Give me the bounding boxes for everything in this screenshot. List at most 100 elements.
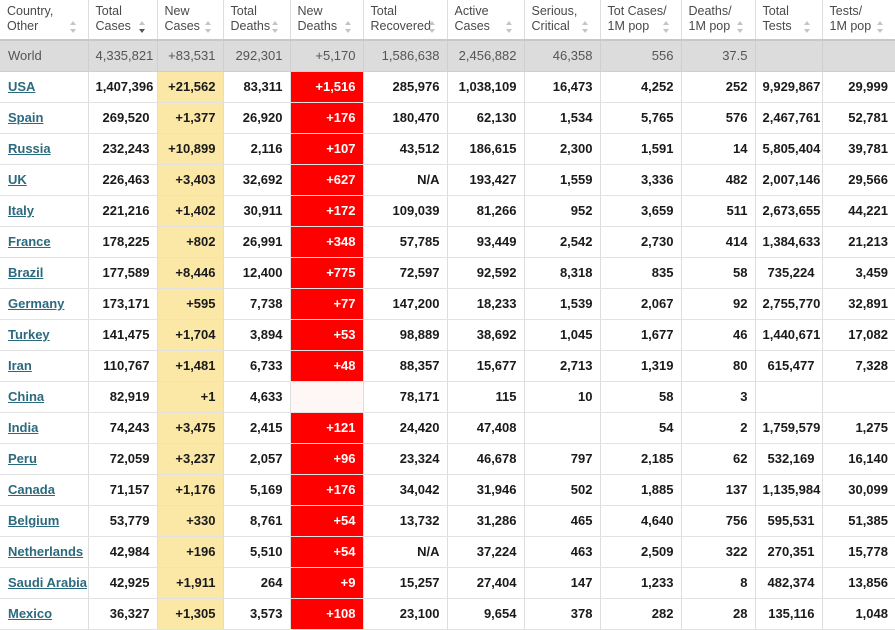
cell-new_deaths: +348 xyxy=(290,226,364,258)
country-link[interactable]: Spain xyxy=(8,110,43,125)
cell-new_deaths: +775 xyxy=(290,257,364,289)
cell-new_deaths: +54 xyxy=(290,505,364,537)
country-link[interactable]: Brazil xyxy=(8,265,43,280)
cell-total_cases: 269,520 xyxy=(88,102,158,134)
cell-deaths_per_1m: 414 xyxy=(681,226,756,258)
column-header-new_deaths[interactable]: New Deaths xyxy=(290,0,364,41)
cell-tests_per_1m: 7,328 xyxy=(822,350,895,382)
sort-toggle-icon[interactable] xyxy=(69,21,81,33)
cell-tests_per_1m: 1,048 xyxy=(822,598,895,630)
country-link[interactable]: Turkey xyxy=(8,327,50,342)
sort-descending-icon[interactable] xyxy=(138,21,150,33)
cell-new_cases: +1,305 xyxy=(157,598,224,630)
cell-deaths_per_1m: 37.5 xyxy=(681,40,756,72)
sort-toggle-icon[interactable] xyxy=(271,21,283,33)
cell-country: Turkey xyxy=(0,319,89,351)
cell-serious_critical: 952 xyxy=(524,195,601,227)
table-row: Belgium 53,779 +330 8,761 +54 13,732 31,286 465… xyxy=(0,505,895,537)
cell-total_cases: 53,779 xyxy=(88,505,158,537)
country-link[interactable]: Mexico xyxy=(8,606,52,621)
cell-total_deaths: 2,415 xyxy=(223,412,291,444)
table-row: Germany 173,171 +595 7,738 +77 147,200 18,233 1… xyxy=(0,288,895,320)
cell-tests_per_1m xyxy=(822,40,895,72)
cell-total_tests: 595,531 xyxy=(755,505,823,537)
cell-new_deaths: +48 xyxy=(290,350,364,382)
country-link[interactable]: USA xyxy=(8,79,35,94)
cell-total_cases: 42,984 xyxy=(88,536,158,568)
cell-tests_per_1m xyxy=(822,381,895,413)
column-header-tests_per_1m[interactable]: Tests/1M pop xyxy=(822,0,895,41)
cell-total_cases: 42,925 xyxy=(88,567,158,599)
cell-active_cases: 31,946 xyxy=(447,474,525,506)
country-link[interactable]: Germany xyxy=(8,296,64,311)
column-header-label-tot_cases_per_1m: Tot Cases/1M pop xyxy=(608,4,674,34)
country-link[interactable]: Italy xyxy=(8,203,34,218)
column-header-active_cases[interactable]: Active Cases xyxy=(447,0,525,41)
cell-tot_cases_per_1m: 5,765 xyxy=(600,102,682,134)
column-header-label-total_cases: Total Cases xyxy=(96,4,150,34)
column-header-country[interactable]: Country, Other xyxy=(0,0,89,41)
country-link[interactable]: Russia xyxy=(8,141,51,156)
cell-tot_cases_per_1m: 4,640 xyxy=(600,505,682,537)
cell-total_tests: 270,351 xyxy=(755,536,823,568)
header-row: Country, Other Total Cases New Cases Total Deat… xyxy=(0,0,895,41)
country-link[interactable]: Belgium xyxy=(8,513,59,528)
cell-total_cases: 226,463 xyxy=(88,164,158,196)
header-line-1: Total xyxy=(230,4,257,18)
sort-toggle-icon[interactable] xyxy=(428,21,440,33)
table-body: World 4,335,821 +83,531 292,301 +5,170 1,586,… xyxy=(0,40,895,630)
cell-deaths_per_1m: 511 xyxy=(681,195,756,227)
cell-serious_critical: 378 xyxy=(524,598,601,630)
country-link[interactable]: China xyxy=(8,389,44,404)
country-link[interactable]: UK xyxy=(8,172,27,187)
sort-toggle-icon[interactable] xyxy=(736,21,748,33)
column-header-tot_cases_per_1m[interactable]: Tot Cases/1M pop xyxy=(600,0,682,41)
sort-toggle-icon[interactable] xyxy=(505,21,517,33)
column-header-deaths_per_1m[interactable]: Deaths/1M pop xyxy=(681,0,756,41)
column-header-new_cases[interactable]: New Cases xyxy=(157,0,224,41)
cell-tot_cases_per_1m: 835 xyxy=(600,257,682,289)
country-link[interactable]: Peru xyxy=(8,451,37,466)
country-link[interactable]: Netherlands xyxy=(8,544,83,559)
cell-total_deaths: 7,738 xyxy=(223,288,291,320)
column-header-serious_critical[interactable]: Serious, Critical xyxy=(524,0,601,41)
cell-country: Mexico xyxy=(0,598,89,630)
cell-new_cases: +10,899 xyxy=(157,133,224,165)
header-line-2: Critical xyxy=(531,19,570,33)
cell-new_cases: +21,562 xyxy=(157,71,224,103)
country-link[interactable]: France xyxy=(8,234,51,249)
cell-serious_critical: 797 xyxy=(524,443,601,475)
sort-toggle-icon[interactable] xyxy=(803,21,815,33)
cell-tot_cases_per_1m: 1,885 xyxy=(600,474,682,506)
country-link[interactable]: Canada xyxy=(8,482,55,497)
cell-total_tests: 615,477 xyxy=(755,350,823,382)
column-header-total_deaths[interactable]: Total Deaths xyxy=(223,0,291,41)
cell-tests_per_1m: 29,566 xyxy=(822,164,895,196)
cell-tot_cases_per_1m: 282 xyxy=(600,598,682,630)
column-header-total_recovered[interactable]: Total Recovered xyxy=(363,0,448,41)
country-link[interactable]: Saudi Arabia xyxy=(8,575,87,590)
column-header-total_tests[interactable]: Total Tests xyxy=(755,0,823,41)
sort-toggle-icon[interactable] xyxy=(581,21,593,33)
cell-total_tests: 2,755,770 xyxy=(755,288,823,320)
sort-toggle-icon[interactable] xyxy=(204,21,216,33)
sort-toggle-icon[interactable] xyxy=(877,21,888,33)
column-header-label-country: Country, Other xyxy=(7,4,81,34)
cell-total_deaths: 83,311 xyxy=(223,71,291,103)
cell-serious_critical: 16,473 xyxy=(524,71,601,103)
cell-tot_cases_per_1m: 556 xyxy=(600,40,682,72)
sort-toggle-icon[interactable] xyxy=(662,21,674,33)
country-link[interactable]: India xyxy=(8,420,38,435)
sort-toggle-icon[interactable] xyxy=(344,21,356,33)
cell-total_tests: 2,007,146 xyxy=(755,164,823,196)
cell-active_cases: 193,427 xyxy=(447,164,525,196)
cell-total_tests xyxy=(755,40,823,72)
cell-new_deaths: +77 xyxy=(290,288,364,320)
cell-deaths_per_1m: 252 xyxy=(681,71,756,103)
cell-total_deaths: 2,116 xyxy=(223,133,291,165)
cell-tot_cases_per_1m: 2,730 xyxy=(600,226,682,258)
cell-total_cases: 82,919 xyxy=(88,381,158,413)
country-link[interactable]: Iran xyxy=(8,358,32,373)
cell-active_cases: 115 xyxy=(447,381,525,413)
column-header-total_cases[interactable]: Total Cases xyxy=(88,0,158,41)
